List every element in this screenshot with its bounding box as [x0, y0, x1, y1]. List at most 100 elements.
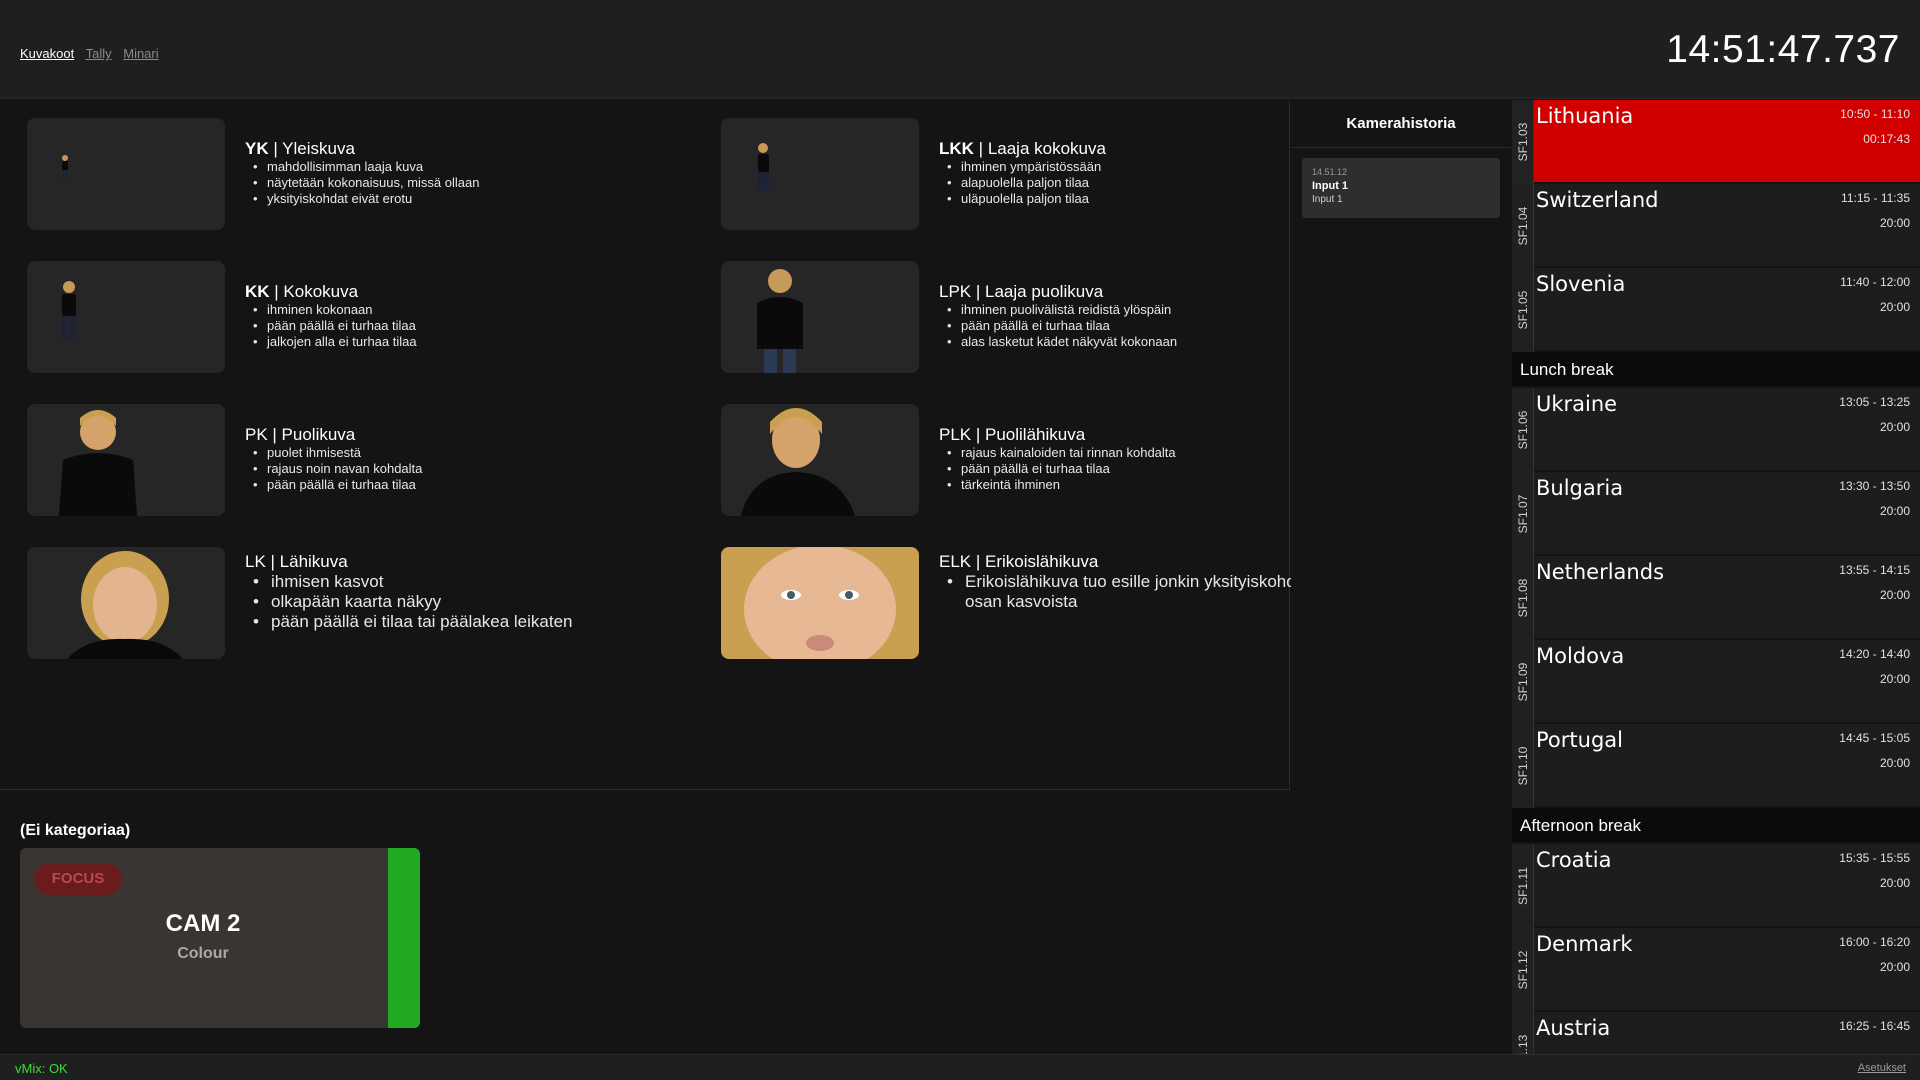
shot-card-lk: LK | Lähikuva ihmisen kasvotolkapään kaa…	[27, 547, 707, 659]
rundown-duration: 20:00	[1879, 420, 1910, 434]
rundown-code: SF1.06	[1512, 388, 1534, 472]
shot-bullets: ihminen kokonaanpään päällä ei turhaa ti…	[253, 302, 705, 350]
rundown-item[interactable]: SF1.03 Lithuania 10:50 - 11:10 00:17:43	[1512, 100, 1920, 184]
shot-title: LK | Lähikuva	[245, 552, 348, 571]
rundown-code: SF1.11	[1512, 844, 1534, 928]
shot-thumbnail-lpk	[721, 261, 919, 373]
rundown-country: Switzerland	[1536, 188, 1659, 212]
rundown-item[interactable]: SF1.12 Denmark 16:00 - 16:20 20:00	[1512, 928, 1920, 1012]
rundown-country: Lithuania	[1536, 104, 1634, 128]
history-time: 14.51.12	[1312, 167, 1348, 177]
rundown-country: Slovenia	[1536, 272, 1626, 296]
settings-link[interactable]: Asetukset	[1858, 1062, 1906, 1074]
rundown-duration: 20:00	[1879, 588, 1910, 602]
focus-badge[interactable]: FOCUS	[34, 863, 122, 895]
shot-text-pk: PK | Puolikuva puolet ihmisestärajaus no…	[245, 425, 705, 493]
rundown-country: Bulgaria	[1536, 476, 1624, 500]
rundown-country: Ukraine	[1536, 392, 1618, 416]
rundown-time: 15:35 - 15:55	[1839, 851, 1910, 865]
shot-thumbnail-pk	[27, 404, 225, 516]
rundown-code: SF1.13	[1512, 1012, 1534, 1054]
camera-history-title: Kamerahistoria	[1291, 100, 1511, 148]
camera-history-panel: Kamerahistoria 14.51.12 Input 1 Input 1	[1291, 100, 1511, 790]
rundown-code-label: SF1.12	[1516, 950, 1530, 990]
status-bar: vMix: OK Asetukset	[0, 1054, 1920, 1080]
rundown-country: Portugal	[1536, 728, 1623, 752]
shot-text-yk: YK | Yleiskuva mahdollisimman laaja kuva…	[245, 139, 705, 207]
rundown-time: 13:55 - 14:15	[1839, 563, 1910, 577]
nav-link-tally[interactable]: Tally	[86, 46, 112, 61]
rundown-item[interactable]: SF1.06 Ukraine 13:05 - 13:25 20:00	[1512, 388, 1920, 472]
rundown-item[interactable]: SF1.11 Croatia 15:35 - 15:55 20:00	[1512, 844, 1920, 928]
rundown-code-label: SF1.03	[1516, 122, 1530, 162]
rundown-code-label: SF1.07	[1516, 494, 1530, 534]
shot-title: YK | Yleiskuva	[245, 139, 355, 158]
history-sub: Input 1	[1312, 194, 1343, 205]
rundown-item[interactable]: SF1.07 Bulgaria 13:30 - 13:50 20:00	[1512, 472, 1920, 556]
rundown-duration: 20:00	[1879, 756, 1910, 770]
rundown-duration: 20:00	[1879, 504, 1910, 518]
category-title: (Ei kategoriaa)	[20, 822, 131, 839]
shot-thumbnail-plk	[721, 404, 919, 516]
shot-bullets: ihmisen kasvotolkapään kaarta näkyypään …	[253, 572, 705, 632]
rundown-code: SF1.05	[1512, 268, 1534, 352]
rundown-country: Netherlands	[1536, 560, 1665, 584]
rundown-code-label: SF1.13	[1516, 1034, 1530, 1054]
rundown-item[interactable]: SF1.08 Netherlands 13:55 - 14:15 20:00	[1512, 556, 1920, 640]
rundown-time: 11:15 - 11:35	[1841, 191, 1910, 205]
shot-title: KK | Kokokuva	[245, 282, 359, 301]
rundown-duration: 20:00	[1879, 216, 1910, 230]
shot-thumbnail-elk	[721, 547, 919, 659]
camera-card-cam2[interactable]: FOCUS CAM 2 Colour	[20, 848, 420, 1028]
rundown-code-label: SF1.06	[1516, 410, 1530, 450]
nav-link-kuvakoot[interactable]: Kuvakoot	[20, 46, 74, 61]
shot-card-pk: PK | Puolikuva puolet ihmisestärajaus no…	[27, 404, 707, 516]
rundown-country: Denmark	[1536, 932, 1633, 956]
rundown-time: 16:25 - 16:45	[1839, 1019, 1910, 1033]
shot-card-kk: KK | Kokokuva ihminen kokonaanpään pääll…	[27, 261, 707, 373]
rundown-code-label: SF1.05	[1516, 290, 1530, 330]
rundown-country: Austria	[1536, 1016, 1611, 1040]
rundown-time: 11:40 - 12:00	[1840, 275, 1910, 289]
shot-card-yk: YK | Yleiskuva mahdollisimman laaja kuva…	[27, 118, 707, 230]
shot-text-kk: KK | Kokokuva ihminen kokonaanpään pääll…	[245, 282, 705, 350]
shot-title: PK | Puolikuva	[245, 425, 356, 444]
rundown-item[interactable]: SF1.04 Switzerland 11:15 - 11:35 20:00	[1512, 184, 1920, 268]
rundown-code-label: SF1.10	[1516, 746, 1530, 786]
shot-text-lk: LK | Lähikuva ihmisen kasvotolkapään kaa…	[245, 552, 705, 632]
nav-links: Kuvakoot Tally Minari	[20, 46, 167, 61]
rundown-item[interactable]: SF1.10 Portugal 14:45 - 15:05 20:00	[1512, 724, 1920, 808]
tally-indicator	[388, 848, 420, 1028]
rundown-break: Afternoon break	[1512, 808, 1920, 844]
rundown-code-label: SF1.11	[1516, 867, 1530, 905]
running-order: SF1.03 Lithuania 10:50 - 11:10 00:17:43 SF1.…	[1512, 100, 1920, 1054]
rundown-time: 10:50 - 11:10	[1840, 107, 1910, 121]
shot-thumbnail-lk	[27, 547, 225, 659]
rundown-code: SF1.07	[1512, 472, 1534, 556]
rundown-break: Lunch break	[1512, 352, 1920, 388]
rundown-duration: 20:00	[1879, 876, 1910, 890]
rundown-duration: 20:00	[1879, 672, 1910, 686]
clock: 14:51:47.737	[1666, 28, 1900, 71]
history-item[interactable]: 14.51.12 Input 1 Input 1	[1302, 158, 1500, 218]
camera-name: CAM 2	[165, 910, 241, 937]
rundown-time: 13:05 - 13:25	[1839, 395, 1910, 409]
rundown-time: 16:00 - 16:20	[1839, 935, 1910, 949]
rundown-item[interactable]: SF1.09 Moldova 14:20 - 14:40 20:00	[1512, 640, 1920, 724]
rundown-time: 14:20 - 14:40	[1839, 647, 1910, 661]
rundown-duration: 20:00	[1879, 300, 1910, 314]
rundown-duration: 00:17:43	[1863, 132, 1910, 146]
nav-link-minari[interactable]: Minari	[123, 46, 158, 61]
rundown-code-label: SF1.08	[1516, 578, 1530, 618]
rundown-code: SF1.03	[1512, 100, 1534, 184]
rundown-duration: 20:00	[1879, 960, 1910, 974]
history-input: Input 1	[1312, 180, 1349, 192]
rundown-code-label: SF1.09	[1516, 662, 1530, 702]
rundown-item[interactable]: SF1.13 Austria 16:25 - 16:45	[1512, 1012, 1920, 1054]
rundown-item[interactable]: SF1.05 Slovenia 11:40 - 12:00 20:00	[1512, 268, 1920, 352]
shot-thumbnail-lkk	[721, 118, 919, 230]
rundown-code: SF1.10	[1512, 724, 1534, 808]
shot-size-guide: YK | Yleiskuva mahdollisimman laaja kuva…	[0, 100, 1391, 790]
rundown-code: SF1.08	[1512, 556, 1534, 640]
rundown-time: 14:45 - 15:05	[1839, 731, 1910, 745]
